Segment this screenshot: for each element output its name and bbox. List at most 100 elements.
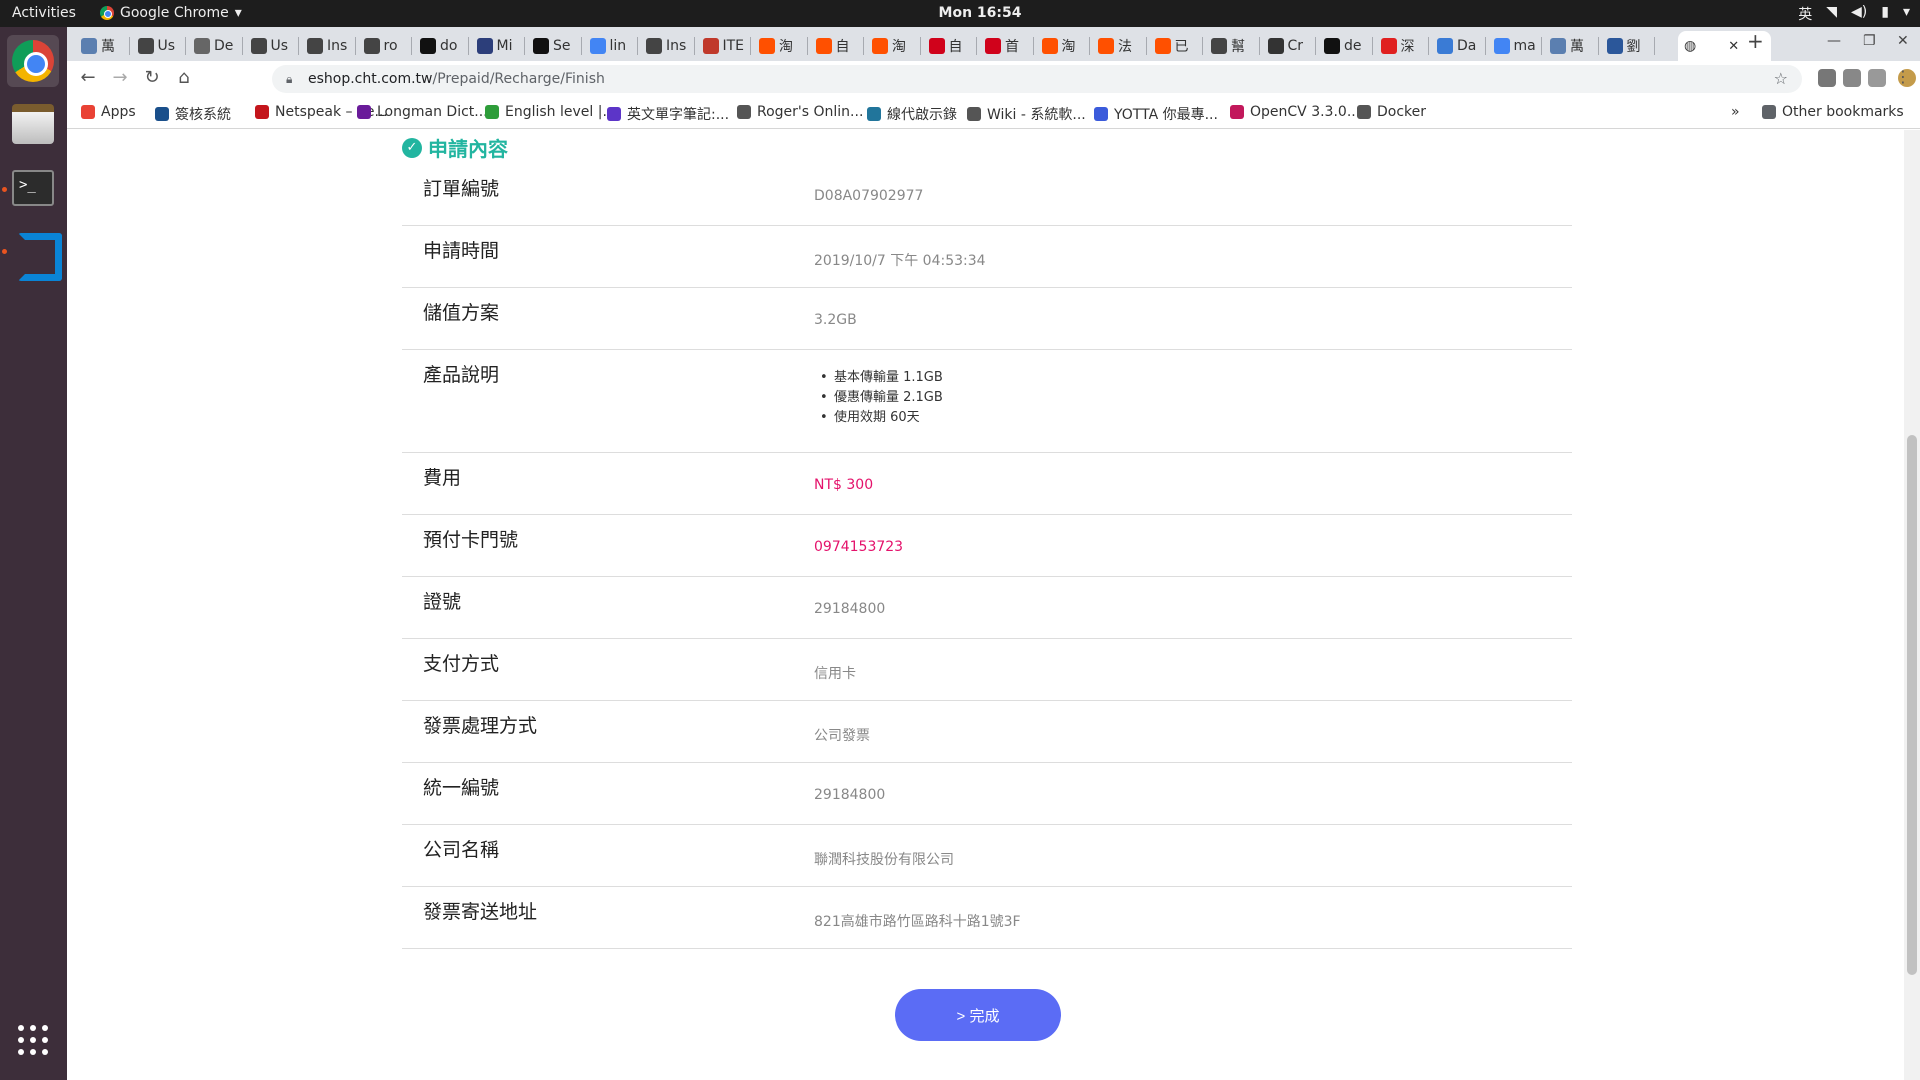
detail-value: 821高雄市路竹區路科十路1號3F	[814, 914, 1021, 930]
tab[interactable]: 萬	[75, 31, 128, 61]
tab[interactable]: Ins	[640, 31, 693, 61]
tab[interactable]: Da	[1431, 31, 1484, 61]
bookmark-item[interactable]: Longman Dict...	[357, 104, 488, 120]
tab[interactable]: Us	[132, 31, 185, 61]
show-applications-button[interactable]	[7, 1014, 59, 1066]
tab[interactable]: 已	[1149, 31, 1202, 61]
bookmark-star-icon[interactable]: ☆	[1774, 65, 1788, 93]
tab[interactable]: Se	[527, 31, 580, 61]
bookmark-item[interactable]: OpenCV 3.3.0...	[1230, 104, 1360, 120]
tab[interactable]: 幫	[1205, 31, 1258, 61]
tab-label: 萬	[1570, 39, 1584, 55]
tab-favicon-icon	[1437, 38, 1453, 54]
tab-favicon-icon	[985, 38, 1001, 54]
wifi-icon: ◥	[1826, 4, 1838, 20]
tab[interactable]: De	[188, 31, 241, 61]
tab-separator	[1089, 37, 1090, 55]
tab-label: 自	[835, 39, 850, 55]
extension-icon[interactable]	[1843, 69, 1861, 87]
tab[interactable]: ITE	[697, 31, 750, 61]
tab[interactable]: 首	[979, 31, 1032, 61]
list-item: 優惠傳輸量 2.1GB	[814, 388, 943, 408]
section-title-text: 申請內容	[428, 137, 508, 161]
tab-favicon-icon	[363, 38, 380, 54]
application-details-table: 訂單編號 D08A07902977 申請時間 2019/10/7 下午 04:53:3…	[402, 164, 1572, 949]
app-menu[interactable]: Google Chrome ▾	[100, 5, 242, 21]
detail-label: 產品說明	[423, 364, 500, 386]
tab-label: 萬	[101, 39, 115, 55]
tab[interactable]: do	[414, 31, 467, 61]
tab[interactable]: 淘	[753, 31, 806, 61]
back-button[interactable]: ←	[75, 67, 101, 88]
detail-row: 發票寄送地址 821高雄市路竹區路科十路1號3F	[402, 887, 1572, 949]
file-cabinet-icon	[12, 104, 54, 144]
done-button[interactable]: > 完成	[895, 989, 1061, 1041]
close-window-button[interactable]: ✕	[1897, 33, 1909, 49]
address-bar[interactable]: 🔒︎ eshop.cht.com.tw/Prepaid/Recharge/Fin…	[272, 65, 1802, 93]
tab[interactable]: 劉	[1601, 31, 1654, 61]
scrollbar[interactable]	[1904, 130, 1920, 1080]
tab[interactable]: 深	[1375, 31, 1428, 61]
tab[interactable]: Mi	[471, 31, 524, 61]
tab[interactable]: 自	[923, 31, 976, 61]
bookmark-item[interactable]: Roger's Onlin...	[737, 104, 863, 120]
other-bookmarks-folder[interactable]: Other bookmarks	[1762, 104, 1904, 120]
tab-favicon-icon	[1550, 38, 1566, 54]
dock-files[interactable]	[7, 98, 59, 150]
dock-terminal[interactable]: >_	[7, 162, 59, 214]
tab-favicon-icon	[1098, 38, 1114, 54]
tab[interactable]: de	[1318, 31, 1371, 61]
detail-value: 3.2GB	[814, 312, 857, 328]
reload-button[interactable]: ↻	[139, 67, 165, 88]
tab-favicon-icon	[533, 38, 549, 54]
tab[interactable]: 萬	[1544, 31, 1597, 61]
tab-close-icon[interactable]: ✕	[1728, 39, 1739, 54]
dock-vscode[interactable]	[7, 224, 59, 276]
clock[interactable]: Mon 16:54	[920, 5, 1040, 21]
forward-button[interactable]: →	[107, 67, 133, 88]
tab[interactable]: ro	[358, 31, 411, 61]
bookmark-item[interactable]: Apps	[81, 104, 136, 120]
home-button[interactable]: ⌂	[171, 67, 197, 88]
bookmark-item[interactable]: English level |...	[485, 104, 616, 120]
new-tab-button[interactable]: +	[1747, 29, 1764, 53]
lock-icon[interactable]: 🔒︎	[286, 65, 292, 93]
minimize-button[interactable]: —	[1827, 33, 1841, 49]
restore-button[interactable]: ❐	[1863, 33, 1876, 49]
menu-kebab-icon[interactable]: ⋮	[1893, 67, 1913, 86]
tab-label: 深	[1400, 39, 1415, 55]
tab[interactable]: Ins	[301, 31, 354, 61]
tab[interactable]: ma	[1488, 31, 1541, 61]
tab-favicon-icon	[702, 38, 719, 54]
cast-extension-icon[interactable]	[1868, 69, 1886, 87]
input-method-indicator[interactable]: 英	[1798, 4, 1812, 24]
tab[interactable]: 淘	[1036, 31, 1089, 61]
bookmark-item[interactable]: Wiki - 系統軟...	[967, 104, 1086, 124]
tab-separator	[354, 37, 356, 55]
scrollbar-thumb[interactable]	[1907, 435, 1917, 975]
tab[interactable]: 自	[810, 31, 863, 61]
tab[interactable]: 淘	[866, 31, 919, 61]
bookmark-item[interactable]: 簽核系統	[155, 104, 231, 124]
tab[interactable]: 法	[1092, 31, 1145, 61]
dock-chrome[interactable]	[7, 35, 59, 87]
detail-label: 儲值方案	[423, 302, 500, 324]
bookmark-item[interactable]: YOTTA 你最專...	[1094, 104, 1218, 124]
pocket-extension-icon[interactable]	[1818, 69, 1836, 87]
bookmark-item[interactable]: 線代啟示錄	[867, 104, 957, 124]
chrome-icon	[100, 6, 114, 20]
page-viewport[interactable]: ✓ 申請內容 訂單編號 D08A07902977 申請時間 2019/10/7 下午 …	[67, 130, 1920, 1080]
tab-favicon-icon	[1211, 38, 1227, 54]
tab[interactable]: Cr	[1262, 31, 1315, 61]
bookmark-item[interactable]: Docker	[1357, 104, 1426, 120]
tab[interactable]: lin	[584, 31, 637, 61]
system-tray[interactable]: 英 ◥ ◀) ▮ ▾	[1798, 4, 1910, 24]
tab[interactable]: Us	[245, 31, 298, 61]
tab-separator	[128, 37, 130, 55]
bookmarks-overflow-button[interactable]: »	[1731, 104, 1740, 120]
activities-button[interactable]: Activities	[12, 5, 76, 21]
tab-favicon-icon	[137, 38, 154, 54]
detail-value: 29184800	[814, 787, 886, 803]
bookmark-item[interactable]: 英文單字筆記:...	[607, 104, 729, 124]
tab-separator	[1484, 37, 1486, 55]
